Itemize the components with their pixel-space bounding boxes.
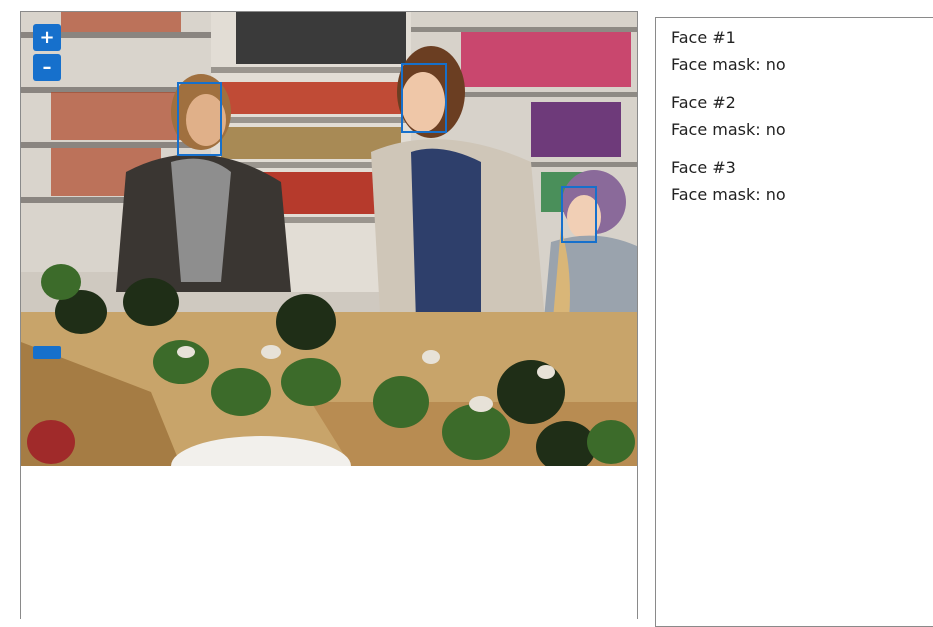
face-box-2 <box>401 63 447 133</box>
minus-icon: – <box>42 57 52 78</box>
zoom-out-button[interactable]: – <box>33 54 61 81</box>
face-title: Face #3 <box>671 158 736 177</box>
plus-icon: + <box>39 27 55 48</box>
face-mask-status: Face mask: no <box>671 185 786 204</box>
face-result-2: Face #2 Face mask: no <box>671 89 929 143</box>
face-title: Face #1 <box>671 28 736 47</box>
face-mask-status: Face mask: no <box>671 55 786 74</box>
zoom-slider-handle[interactable] <box>33 346 61 359</box>
face-result-1: Face #1 Face mask: no <box>671 24 929 78</box>
zoom-in-button[interactable]: + <box>33 24 61 51</box>
face-result-3: Face #3 Face mask: no <box>671 154 929 208</box>
face-box-1 <box>177 82 222 156</box>
face-results-panel: Face #1 Face mask: no Face #2 Face mask:… <box>655 17 933 627</box>
face-title: Face #2 <box>671 93 736 112</box>
image-viewer[interactable]: + – <box>20 11 638 619</box>
face-box-3 <box>561 186 597 243</box>
grocery-store-photo <box>21 12 637 466</box>
face-mask-status: Face mask: no <box>671 120 786 139</box>
